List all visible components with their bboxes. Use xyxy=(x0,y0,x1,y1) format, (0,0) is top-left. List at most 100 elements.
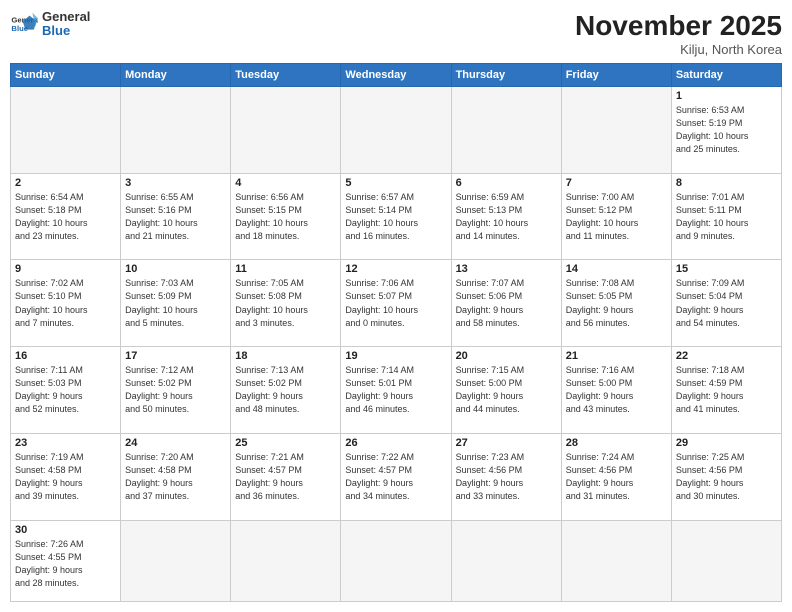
calendar-week-row: 9 Sunrise: 7:02 AM Sunset: 5:10 PM Daylig… xyxy=(11,260,782,347)
col-wednesday: Wednesday xyxy=(341,64,451,87)
location: Kilju, North Korea xyxy=(575,42,782,57)
day-info: Sunrise: 7:18 AM Sunset: 4:59 PM Dayligh… xyxy=(676,364,777,416)
calendar-cell xyxy=(671,520,781,601)
day-number: 20 xyxy=(456,350,557,362)
day-info: Sunrise: 7:26 AM Sunset: 4:55 PM Dayligh… xyxy=(15,538,116,590)
calendar-cell: 7Sunrise: 7:00 AM Sunset: 5:12 PM Daylig… xyxy=(561,173,671,260)
day-number: 15 xyxy=(676,263,777,275)
calendar-cell xyxy=(341,520,451,601)
col-saturday: Saturday xyxy=(671,64,781,87)
day-number: 18 xyxy=(235,350,336,362)
day-info: Sunrise: 7:12 AM Sunset: 5:02 PM Dayligh… xyxy=(125,364,226,416)
day-info: Sunrise: 7:15 AM Sunset: 5:00 PM Dayligh… xyxy=(456,364,557,416)
col-friday: Friday xyxy=(561,64,671,87)
calendar-cell: 11Sunrise: 7:05 AM Sunset: 5:08 PM Dayli… xyxy=(231,260,341,347)
day-number: 23 xyxy=(15,437,116,449)
day-number: 6 xyxy=(456,177,557,189)
calendar-table: Sunday Monday Tuesday Wednesday Thursday… xyxy=(10,63,782,602)
day-info: Sunrise: 7:07 AM Sunset: 5:06 PM Dayligh… xyxy=(456,277,557,329)
day-number: 13 xyxy=(456,263,557,275)
day-info: Sunrise: 7:25 AM Sunset: 4:56 PM Dayligh… xyxy=(676,451,777,503)
calendar-cell: 8Sunrise: 7:01 AM Sunset: 5:11 PM Daylig… xyxy=(671,173,781,260)
calendar-cell: 29 Sunrise: 7:25 AM Sunset: 4:56 PM Dayli… xyxy=(671,433,781,520)
calendar-cell xyxy=(451,520,561,601)
day-info: Sunrise: 7:09 AM Sunset: 5:04 PM Dayligh… xyxy=(676,277,777,329)
header: General Blue General Blue November 2025 … xyxy=(10,10,782,57)
calendar-cell xyxy=(451,87,561,174)
day-number: 28 xyxy=(566,437,667,449)
day-number: 29 xyxy=(676,437,777,449)
calendar-cell: 15 Sunrise: 7:09 AM Sunset: 5:04 PM Dayli… xyxy=(671,260,781,347)
day-info: Sunrise: 7:03 AM Sunset: 5:09 PM Dayligh… xyxy=(125,277,226,329)
col-sunday: Sunday xyxy=(11,64,121,87)
calendar-cell xyxy=(231,87,341,174)
day-info: Sunrise: 6:55 AM Sunset: 5:16 PM Dayligh… xyxy=(125,191,226,243)
day-number: 17 xyxy=(125,350,226,362)
day-number: 12 xyxy=(345,263,446,275)
day-number: 25 xyxy=(235,437,336,449)
day-info: Sunrise: 7:14 AM Sunset: 5:01 PM Dayligh… xyxy=(345,364,446,416)
calendar-cell: 3Sunrise: 6:55 AM Sunset: 5:16 PM Daylig… xyxy=(121,173,231,260)
calendar-cell: 12 Sunrise: 7:06 AM Sunset: 5:07 PM Dayli… xyxy=(341,260,451,347)
day-info: Sunrise: 7:23 AM Sunset: 4:56 PM Dayligh… xyxy=(456,451,557,503)
calendar-cell: 24 Sunrise: 7:20 AM Sunset: 4:58 PM Dayli… xyxy=(121,433,231,520)
day-number: 5 xyxy=(345,177,446,189)
page: General Blue General Blue November 2025 … xyxy=(0,0,792,612)
calendar-cell: 28Sunrise: 7:24 AM Sunset: 4:56 PM Dayli… xyxy=(561,433,671,520)
calendar-cell: 25 Sunrise: 7:21 AM Sunset: 4:57 PM Dayli… xyxy=(231,433,341,520)
calendar-cell: 23 Sunrise: 7:19 AM Sunset: 4:58 PM Dayli… xyxy=(11,433,121,520)
day-number: 26 xyxy=(345,437,446,449)
calendar-cell xyxy=(11,87,121,174)
calendar-cell: 30Sunrise: 7:26 AM Sunset: 4:55 PM Dayli… xyxy=(11,520,121,601)
day-info: Sunrise: 7:05 AM Sunset: 5:08 PM Dayligh… xyxy=(235,277,336,329)
calendar-cell xyxy=(231,520,341,601)
calendar-week-row: 30Sunrise: 7:26 AM Sunset: 4:55 PM Dayli… xyxy=(11,520,782,601)
day-info: Sunrise: 7:21 AM Sunset: 4:57 PM Dayligh… xyxy=(235,451,336,503)
day-info: Sunrise: 6:57 AM Sunset: 5:14 PM Dayligh… xyxy=(345,191,446,243)
calendar-cell: 4Sunrise: 6:56 AM Sunset: 5:15 PM Daylig… xyxy=(231,173,341,260)
calendar-cell xyxy=(341,87,451,174)
calendar-cell: 2Sunrise: 6:54 AM Sunset: 5:18 PM Daylig… xyxy=(11,173,121,260)
day-number: 19 xyxy=(345,350,446,362)
day-number: 10 xyxy=(125,263,226,275)
day-info: Sunrise: 7:01 AM Sunset: 5:11 PM Dayligh… xyxy=(676,191,777,243)
calendar-cell: 5 Sunrise: 6:57 AM Sunset: 5:14 PM Daylig… xyxy=(341,173,451,260)
day-info: Sunrise: 7:22 AM Sunset: 4:57 PM Dayligh… xyxy=(345,451,446,503)
calendar-week-row: 2Sunrise: 6:54 AM Sunset: 5:18 PM Daylig… xyxy=(11,173,782,260)
calendar-cell xyxy=(121,87,231,174)
calendar-cell: 18 Sunrise: 7:13 AM Sunset: 5:02 PM Dayli… xyxy=(231,347,341,434)
day-number: 1 xyxy=(676,90,777,102)
calendar-cell: 14Sunrise: 7:08 AM Sunset: 5:05 PM Dayli… xyxy=(561,260,671,347)
calendar-cell: 13 Sunrise: 7:07 AM Sunset: 5:06 PM Dayli… xyxy=(451,260,561,347)
day-info: Sunrise: 7:02 AM Sunset: 5:10 PM Dayligh… xyxy=(15,277,116,329)
calendar-cell xyxy=(561,520,671,601)
day-number: 16 xyxy=(15,350,116,362)
calendar-cell: 1 Sunrise: 6:53 AM Sunset: 5:19 PM Daylig… xyxy=(671,87,781,174)
day-info: Sunrise: 7:20 AM Sunset: 4:58 PM Dayligh… xyxy=(125,451,226,503)
logo-icon: General Blue xyxy=(10,10,38,38)
col-tuesday: Tuesday xyxy=(231,64,341,87)
calendar-cell: 9 Sunrise: 7:02 AM Sunset: 5:10 PM Daylig… xyxy=(11,260,121,347)
calendar-cell: 10 Sunrise: 7:03 AM Sunset: 5:09 PM Dayli… xyxy=(121,260,231,347)
logo: General Blue General Blue xyxy=(10,10,90,39)
calendar-week-row: 16Sunrise: 7:11 AM Sunset: 5:03 PM Dayli… xyxy=(11,347,782,434)
calendar-cell: 21Sunrise: 7:16 AM Sunset: 5:00 PM Dayli… xyxy=(561,347,671,434)
logo-general-text: General xyxy=(42,10,90,24)
day-info: Sunrise: 6:53 AM Sunset: 5:19 PM Dayligh… xyxy=(676,104,777,156)
day-number: 9 xyxy=(15,263,116,275)
day-info: Sunrise: 7:13 AM Sunset: 5:02 PM Dayligh… xyxy=(235,364,336,416)
day-info: Sunrise: 7:06 AM Sunset: 5:07 PM Dayligh… xyxy=(345,277,446,329)
calendar-cell: 17 Sunrise: 7:12 AM Sunset: 5:02 PM Dayli… xyxy=(121,347,231,434)
calendar-cell: 27Sunrise: 7:23 AM Sunset: 4:56 PM Dayli… xyxy=(451,433,561,520)
col-monday: Monday xyxy=(121,64,231,87)
day-info: Sunrise: 6:54 AM Sunset: 5:18 PM Dayligh… xyxy=(15,191,116,243)
day-info: Sunrise: 6:56 AM Sunset: 5:15 PM Dayligh… xyxy=(235,191,336,243)
day-info: Sunrise: 7:19 AM Sunset: 4:58 PM Dayligh… xyxy=(15,451,116,503)
day-number: 24 xyxy=(125,437,226,449)
calendar-cell: 22Sunrise: 7:18 AM Sunset: 4:59 PM Dayli… xyxy=(671,347,781,434)
logo-blue-text: Blue xyxy=(42,24,90,38)
col-thursday: Thursday xyxy=(451,64,561,87)
day-info: Sunrise: 6:59 AM Sunset: 5:13 PM Dayligh… xyxy=(456,191,557,243)
calendar-cell: 6 Sunrise: 6:59 AM Sunset: 5:13 PM Daylig… xyxy=(451,173,561,260)
day-number: 14 xyxy=(566,263,667,275)
